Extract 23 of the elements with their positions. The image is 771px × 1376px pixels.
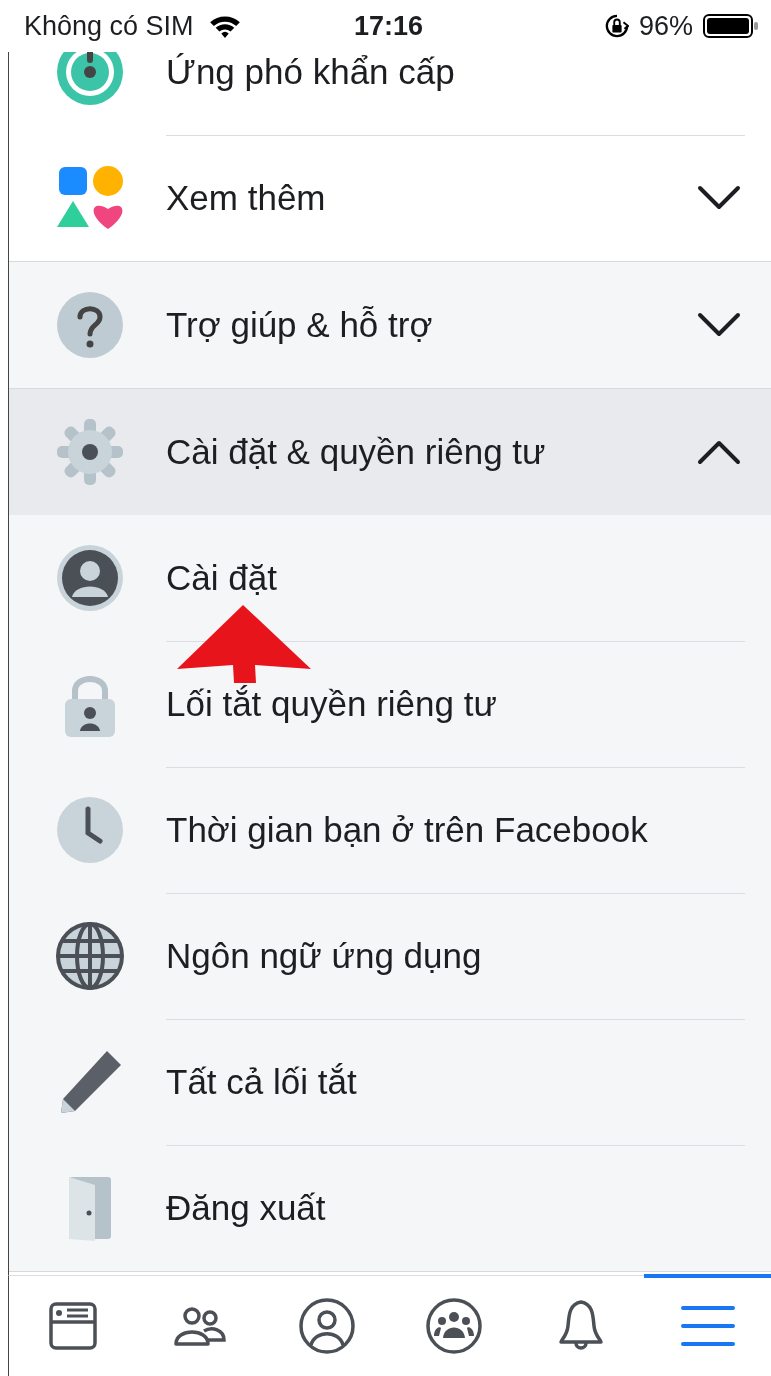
carrier-text: Không có SIM xyxy=(24,10,194,42)
profile-icon xyxy=(296,1296,357,1356)
gear-icon xyxy=(55,417,125,487)
chevron-up-icon xyxy=(697,439,741,465)
group-icon xyxy=(423,1296,484,1356)
battery-icon xyxy=(703,13,759,39)
battery-percent: 96% xyxy=(638,10,693,42)
clock-time: 17:16 xyxy=(354,10,425,42)
menu-item[interactable]: Cài đặt xyxy=(9,515,771,641)
menu-item[interactable]: Thời gian bạn ở trên Facebook xyxy=(9,767,771,893)
chevron-down-icon xyxy=(697,185,741,211)
clock-icon xyxy=(55,795,125,865)
menu-item[interactable]: Ngôn ngữ ứng dụng xyxy=(9,893,771,1019)
chevron-down-icon xyxy=(697,312,741,338)
person-icon xyxy=(55,543,125,613)
globe-icon xyxy=(55,921,125,991)
question-icon xyxy=(55,290,125,360)
menu-item[interactable]: Lối tắt quyền riêng tư xyxy=(9,641,771,767)
menu-item[interactable]: Trợ giúp & hỗ trợ xyxy=(9,262,771,388)
menu-item[interactable]: Đăng xuất xyxy=(9,1145,771,1271)
menu-item[interactable]: Tất cả lối tắt xyxy=(9,1019,771,1145)
menu-item[interactable]: Cài đặt & quyền riêng tư xyxy=(9,389,771,515)
rotation-lock-icon xyxy=(604,14,629,38)
